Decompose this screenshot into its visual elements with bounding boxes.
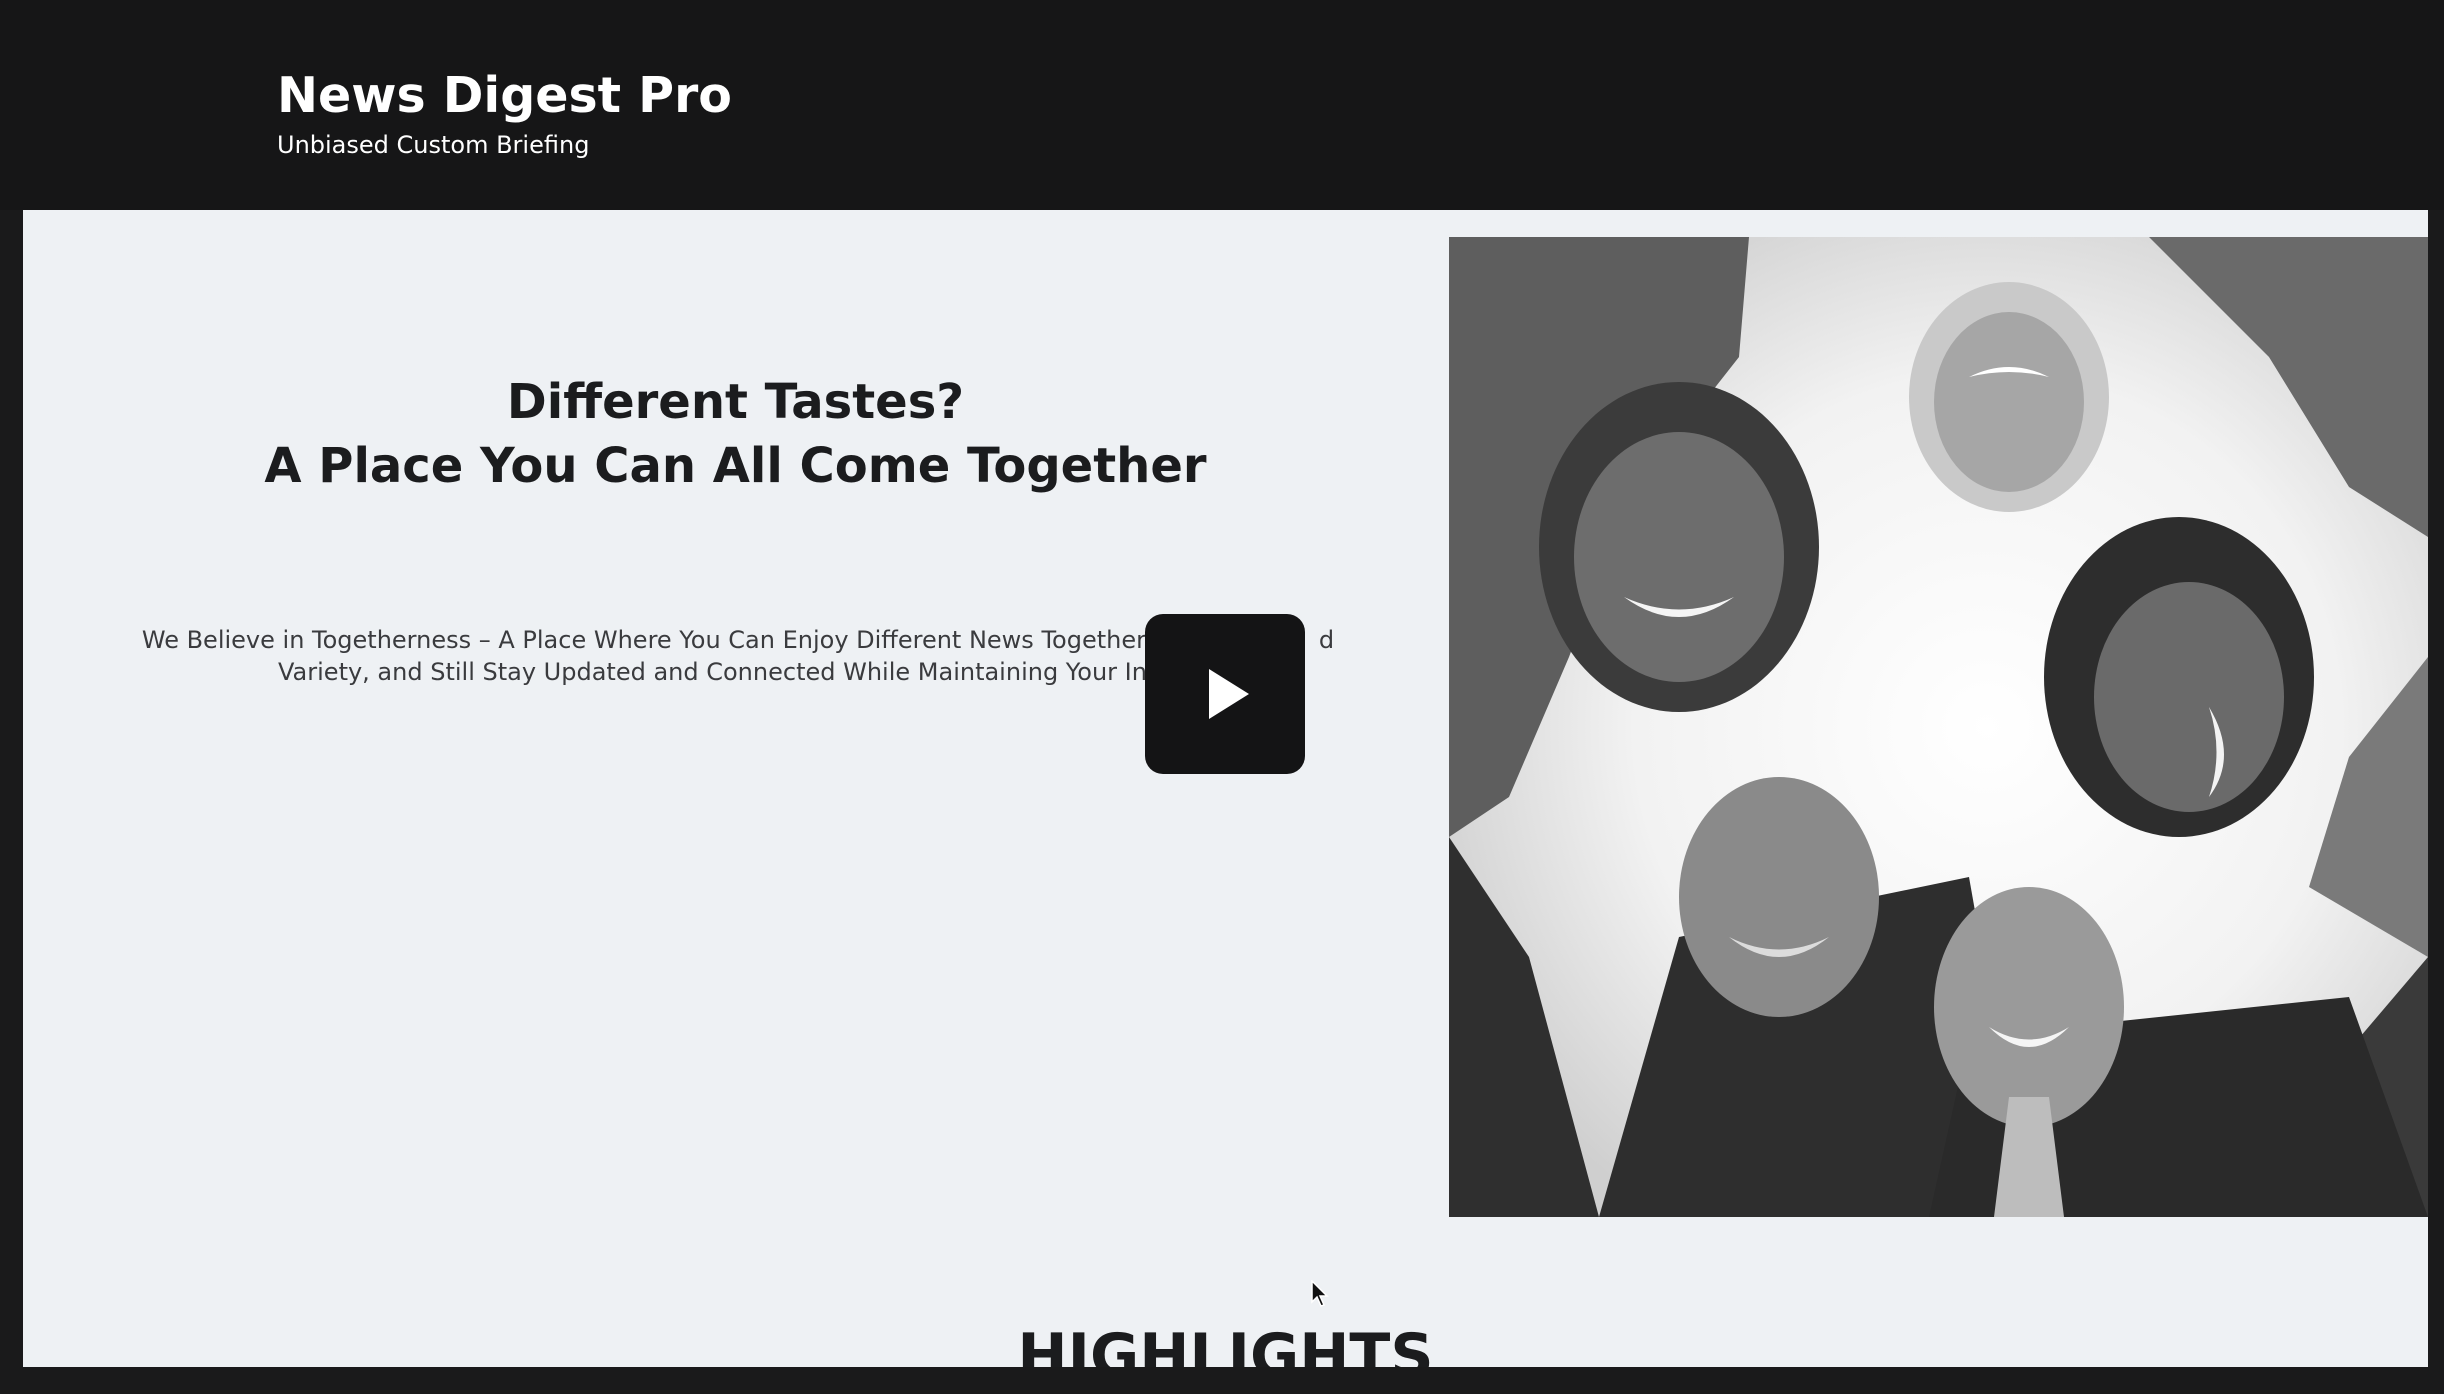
main-content: Different Tastes? A Place You Can All Co… [23, 210, 2428, 1367]
hero-photo [1449, 237, 2428, 1217]
brand[interactable]: News Digest Pro Unbiased Custom Briefing [277, 62, 732, 160]
site-header: News Digest Pro Unbiased Custom Briefing [0, 0, 2444, 210]
highlights-heading: HIGHLIGHTS [1017, 1321, 1434, 1367]
hero-heading-line-1: Different Tastes? [506, 374, 965, 430]
hero-description-line-1-text: We Believe in Togetherness – A Place Whe… [141, 626, 1154, 654]
mouse-cursor-icon [1311, 1280, 1329, 1307]
play-video-button[interactable] [1145, 614, 1305, 774]
hero-heading-line-2: A Place You Can All Come Together [264, 438, 1207, 494]
group-photo-illustration [1449, 237, 2428, 1217]
play-icon [1209, 669, 1249, 719]
hero-heading: Different Tastes? A Place You Can All Co… [23, 370, 1448, 498]
site-tagline: Unbiased Custom Briefing [277, 131, 590, 159]
hero-description-line-1-tail: d [1318, 626, 1335, 654]
site-title[interactable]: News Digest Pro [277, 62, 732, 130]
